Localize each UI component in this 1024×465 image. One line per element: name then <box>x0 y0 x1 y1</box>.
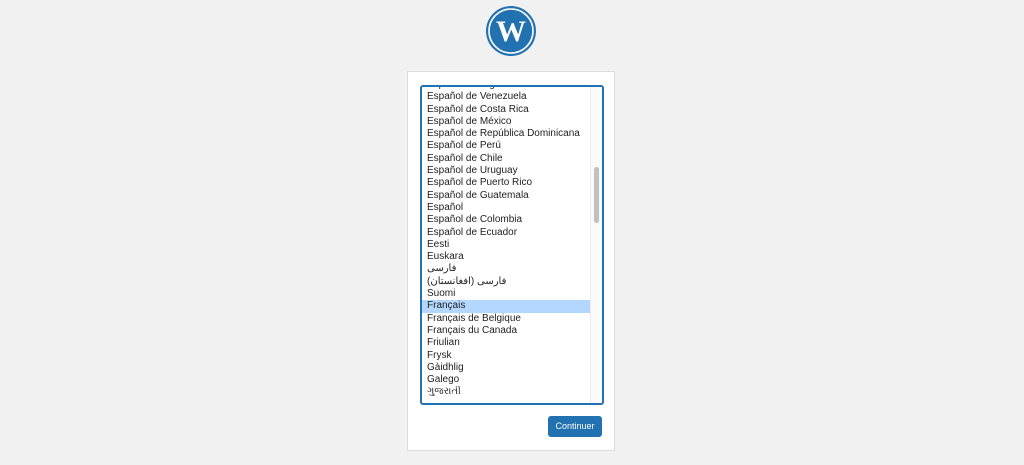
language-option[interactable]: Español de Puerto Rico <box>422 177 590 189</box>
language-option[interactable]: Français <box>422 300 590 313</box>
language-option[interactable]: Suomi <box>422 288 590 300</box>
language-option[interactable]: Español de Ecuador <box>422 227 590 239</box>
language-option[interactable]: Español de Costa Rica <box>422 104 590 116</box>
language-option[interactable]: Français du Canada <box>422 325 590 337</box>
language-option[interactable]: Euskara <box>422 251 590 263</box>
language-panel: Español de ArgentinaEspañol de Venezuela… <box>407 71 615 451</box>
language-option[interactable]: Español de Perú <box>422 140 590 152</box>
language-scrollbar[interactable] <box>590 87 602 403</box>
language-list: Español de ArgentinaEspañol de Venezuela… <box>422 87 590 399</box>
scrollbar-thumb[interactable] <box>594 167 599 223</box>
language-select[interactable]: Español de ArgentinaEspañol de Venezuela… <box>421 86 603 404</box>
language-option[interactable]: Español de República Dominicana <box>422 128 590 140</box>
language-option[interactable]: Frysk <box>422 350 590 362</box>
language-option[interactable]: Gàidhlig <box>422 362 590 374</box>
language-option[interactable]: Español <box>422 202 590 214</box>
language-option[interactable]: Español de Chile <box>422 153 590 165</box>
language-option[interactable]: Friulian <box>422 337 590 349</box>
language-option[interactable]: Español de Colombia <box>422 214 590 226</box>
language-option[interactable]: Español de México <box>422 116 590 128</box>
wordpress-logo-icon[interactable]: W <box>485 5 537 57</box>
language-option[interactable]: Español de Venezuela <box>422 91 590 103</box>
language-option[interactable]: Español de Uruguay <box>422 165 590 177</box>
language-option[interactable]: Español de Guatemala <box>422 190 590 202</box>
language-option[interactable]: Galego <box>422 374 590 386</box>
language-option[interactable]: فارسی <box>422 263 590 275</box>
continue-button[interactable]: Continuer <box>548 416 602 437</box>
language-option[interactable]: Français de Belgique <box>422 313 590 325</box>
svg-text:W: W <box>496 15 526 48</box>
language-option[interactable]: ગુજરાતી <box>422 386 590 398</box>
language-option[interactable]: Eesti <box>422 239 590 251</box>
language-option[interactable]: (فارسی (افغانستان <box>422 276 590 288</box>
